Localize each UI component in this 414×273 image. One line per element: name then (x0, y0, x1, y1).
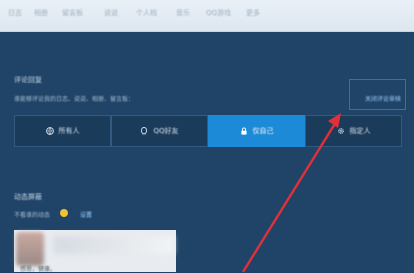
annotation-arrow (241, 113, 341, 272)
